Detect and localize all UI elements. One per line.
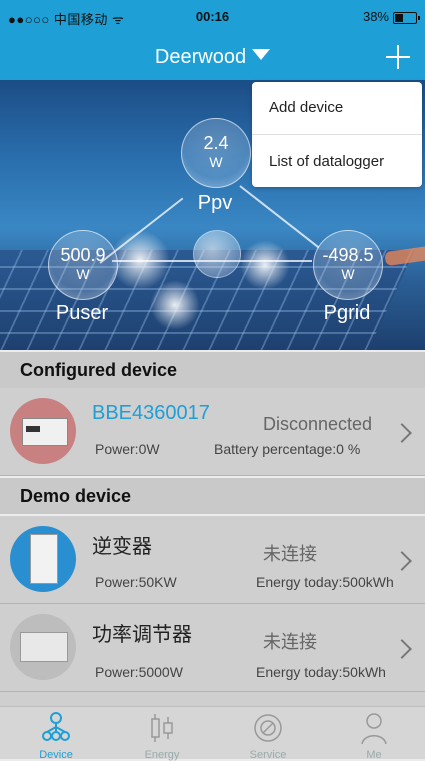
- section-header-demo: Demo device: [0, 478, 425, 514]
- puser-value: 500.9: [60, 245, 106, 265]
- battery-icon: [393, 12, 420, 24]
- tab-label: Energy: [144, 749, 180, 761]
- device-row[interactable]: 逆变器 未连接 Power:50KW Energy today:500kWh: [0, 516, 425, 604]
- menu-item-add-device[interactable]: Add device: [269, 99, 343, 116]
- tab-label: Me: [366, 749, 382, 761]
- device-extra: Energy today:50kWh: [256, 664, 386, 680]
- pgrid-unit: W: [341, 266, 355, 282]
- status-bar: ●●○○○ 中国移动 ᯤ 00:16 38%: [0, 0, 425, 38]
- menu-divider: [252, 134, 422, 135]
- tab-label: Device: [39, 749, 73, 761]
- energy-icon: [151, 714, 173, 742]
- device-icon: [42, 712, 70, 741]
- chevron-right-icon: [392, 551, 412, 571]
- device-name: BBE4360017: [92, 402, 210, 424]
- service-icon: [254, 714, 282, 742]
- puser-bubble: 500.9 W: [48, 230, 118, 300]
- caret-down-icon: [252, 49, 271, 60]
- add-plus-button[interactable]: [385, 44, 411, 70]
- device-extra: Battery percentage:0 %: [214, 441, 361, 457]
- device-name: 功率调节器: [92, 624, 192, 646]
- device-status: 未连接: [263, 632, 317, 652]
- pgrid-label: Pgrid: [323, 302, 371, 324]
- device-thumbnail: [10, 614, 76, 680]
- ppv-unit: W: [209, 154, 223, 170]
- device-power: Power:5000W: [95, 664, 183, 680]
- add-menu-dropdown: Add device List of datalogger: [252, 82, 422, 187]
- status-time: 00:16: [195, 9, 230, 24]
- sparkle: [150, 280, 200, 330]
- puser-label: Puser: [55, 302, 109, 324]
- next-row-partial: [0, 692, 425, 706]
- ppv-value: 2.4: [203, 133, 229, 153]
- pgrid-bubble: -498.5 W: [313, 230, 383, 300]
- plant-selector[interactable]: Deerwood: [0, 46, 425, 69]
- device-extra: Energy today:500kWh: [256, 574, 394, 590]
- puser-unit: W: [76, 266, 90, 282]
- device-thumbnail: [10, 526, 76, 592]
- pgrid-value: -498.5: [322, 245, 374, 265]
- nav-bar: Deerwood: [0, 38, 425, 80]
- device-status: 未连接: [263, 544, 317, 564]
- battery-percent: 38%: [362, 9, 389, 24]
- device-power: Power:0W: [95, 441, 160, 457]
- tab-energy[interactable]: Energy: [109, 707, 215, 761]
- device-thumbnail: [10, 398, 76, 464]
- section-title: Configured device: [20, 360, 178, 380]
- chevron-right-icon: [392, 639, 412, 659]
- sparkle: [110, 230, 170, 290]
- tab-bar: Device Energy Service Me: [0, 706, 425, 761]
- section-header-configured: Configured device: [0, 352, 425, 388]
- menu-item-list-datalogger[interactable]: List of datalogger: [269, 153, 384, 170]
- tab-label: Service: [249, 749, 287, 761]
- device-name: 逆变器: [92, 536, 152, 558]
- tab-device[interactable]: Device: [3, 707, 109, 761]
- device-status: Disconnected: [263, 414, 373, 434]
- ppv-label: Ppv: [197, 192, 233, 214]
- plant-name: Deerwood: [154, 46, 247, 68]
- me-icon: [361, 713, 387, 745]
- tab-me[interactable]: Me: [321, 707, 425, 761]
- chevron-right-icon: [392, 423, 412, 443]
- device-row[interactable]: BBE4360017 Disconnected Power:0W Battery…: [0, 388, 425, 476]
- device-power: Power:50KW: [95, 574, 177, 590]
- sparkle: [240, 240, 290, 290]
- device-row[interactable]: 功率调节器 未连接 Power:5000W Energy today:50kWh: [0, 604, 425, 692]
- tab-service[interactable]: Service: [215, 707, 321, 761]
- ppv-bubble: 2.4 W: [181, 118, 251, 188]
- center-orb: [193, 230, 241, 278]
- grid-arrow: [384, 243, 425, 267]
- section-title: Demo device: [20, 486, 132, 506]
